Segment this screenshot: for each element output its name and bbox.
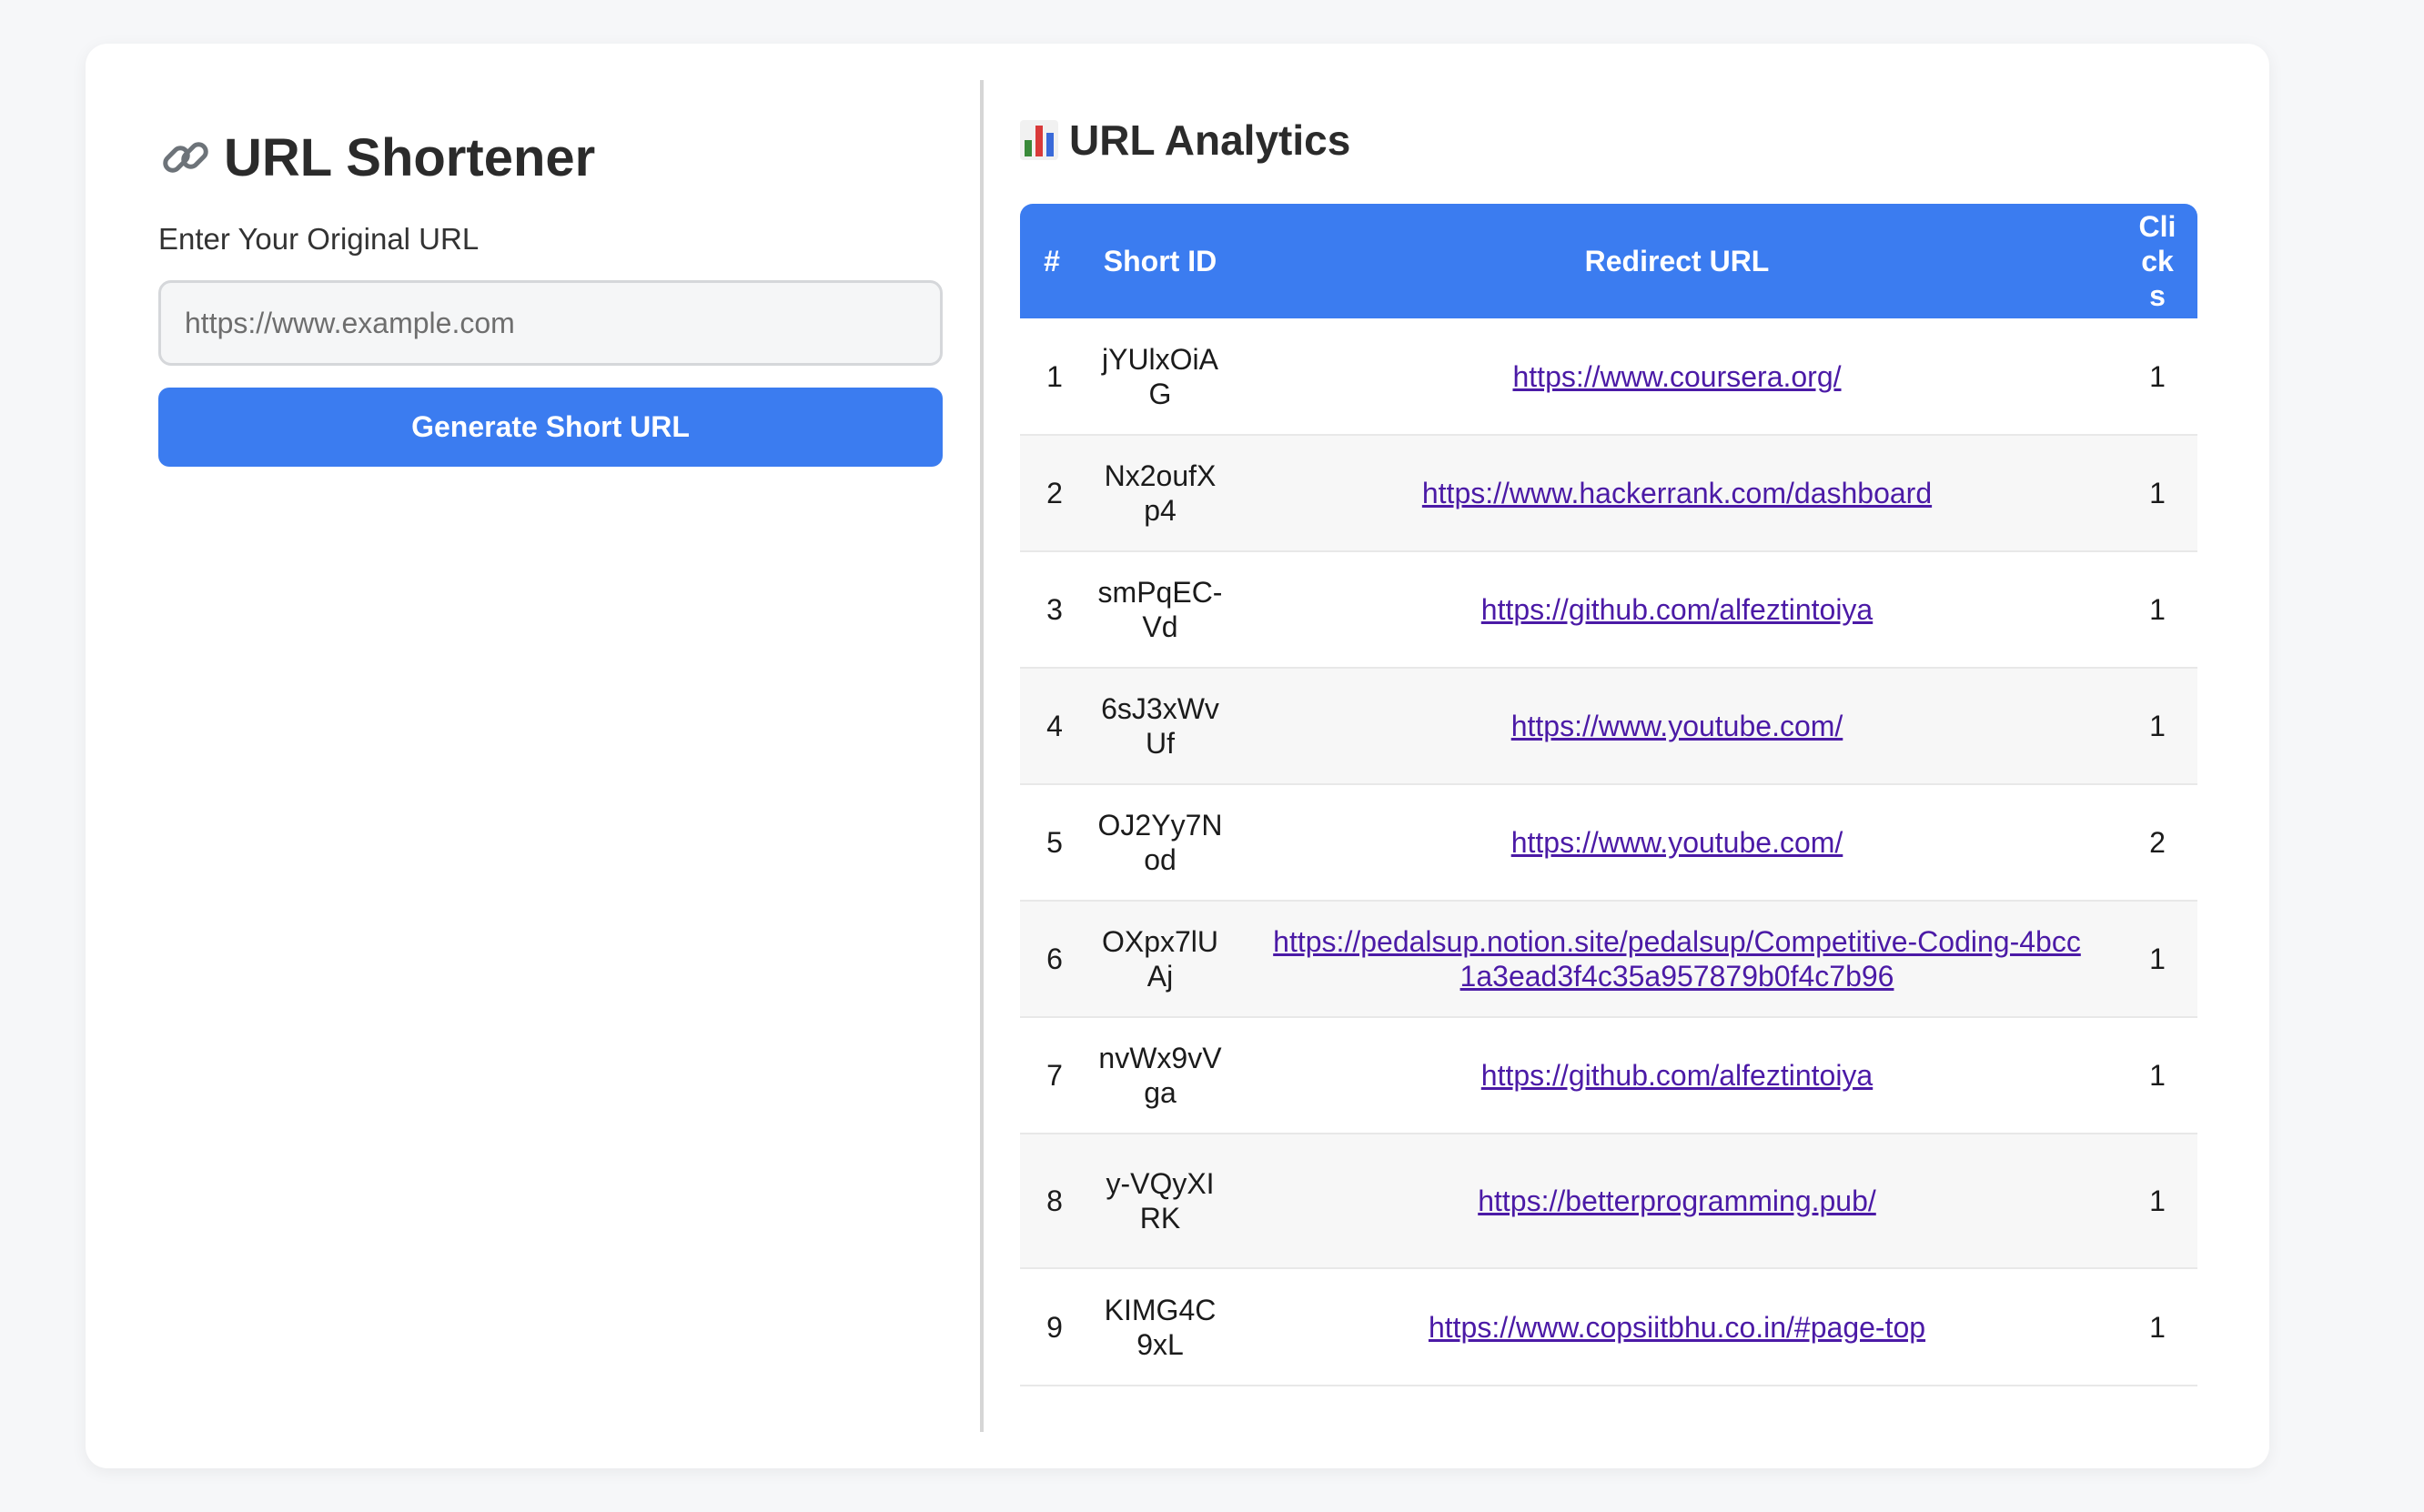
click-count: 1 bbox=[2117, 901, 2197, 1018]
row-number: 5 bbox=[1020, 784, 1084, 902]
click-count: 1 bbox=[2117, 318, 2197, 436]
column-header-redirect-url: Redirect URL bbox=[1237, 204, 2117, 318]
analytics-panel: URL Analytics # Short ID Redirect URL Cl… bbox=[1020, 113, 2197, 1386]
short-id: OXpx7lUAj bbox=[1084, 901, 1237, 1018]
analytics-table-container: # Short ID Redirect URL Clicks 1 jYUlxOi… bbox=[1020, 204, 2197, 1386]
short-id: Nx2oufXp4 bbox=[1084, 435, 1237, 552]
table-row: 8 y-VQyXIRK https://betterprogramming.pu… bbox=[1020, 1134, 2197, 1269]
redirect-url-link[interactable]: https://www.hackerrank.com/dashboard bbox=[1422, 477, 1932, 509]
table-row: 6 OXpx7lUAj https://pedalsup.notion.site… bbox=[1020, 901, 2197, 1018]
click-count: 2 bbox=[2117, 784, 2197, 902]
link-icon bbox=[163, 142, 208, 173]
generate-short-url-button[interactable]: Generate Short URL bbox=[158, 388, 943, 467]
click-count: 1 bbox=[2117, 668, 2197, 785]
table-header: # Short ID Redirect URL Clicks bbox=[1020, 204, 2197, 318]
table-row: 7 nvWx9vVga https://github.com/alfeztint… bbox=[1020, 1017, 2197, 1134]
click-count: 1 bbox=[2117, 435, 2197, 552]
row-number: 9 bbox=[1046, 1310, 1063, 1344]
redirect-url-link[interactable]: https://github.com/alfeztintoiya bbox=[1481, 593, 1873, 626]
table-row: 2 Nx2oufXp4 https://www.hackerrank.com/d… bbox=[1020, 435, 2197, 552]
table-row: 1 jYUlxOiAG https://www.coursera.org/ 1 bbox=[1020, 318, 2197, 436]
short-id: 6sJ3xWvUf bbox=[1084, 668, 1237, 785]
shortener-panel: URL Shortener Enter Your Original URL Ge… bbox=[158, 120, 943, 467]
redirect-url-link[interactable]: https://github.com/alfeztintoiya bbox=[1481, 1059, 1873, 1092]
row-number: 4 bbox=[1020, 668, 1084, 785]
redirect-url-link[interactable]: https://www.youtube.com/ bbox=[1511, 826, 1843, 859]
row-number: 2 bbox=[1020, 435, 1084, 552]
analytics-title: URL Analytics bbox=[1069, 116, 1351, 164]
click-count: 1 bbox=[2117, 551, 2197, 669]
table-row: 5 OJ2Yy7Nod https://www.youtube.com/ 2 bbox=[1020, 784, 2197, 902]
redirect-url-cell: https://www.coursera.org/ bbox=[1237, 318, 2117, 436]
analytics-table: # Short ID Redirect URL Clicks 1 jYUlxOi… bbox=[1020, 204, 2197, 1385]
table-row: 3 smPqEC-Vd https://github.com/alfeztint… bbox=[1020, 551, 2197, 669]
redirect-url-cell: https://www.copsiitbhu.co.in/#page-top bbox=[1237, 1268, 2117, 1385]
row-number: 1 bbox=[1020, 318, 1084, 436]
column-header-clicks: Clicks bbox=[2117, 204, 2197, 318]
row-number: 7 bbox=[1020, 1017, 1084, 1134]
row-number: 3 bbox=[1020, 551, 1084, 669]
panel-divider bbox=[980, 80, 984, 1432]
short-id: jYUlxOiAG bbox=[1084, 318, 1237, 436]
redirect-url-cell: https://www.youtube.com/ bbox=[1237, 784, 2117, 902]
analytics-header: URL Analytics bbox=[1020, 113, 2197, 167]
redirect-url-cell: https://pedalsup.notion.site/pedalsup/Co… bbox=[1237, 901, 2117, 1018]
column-header-number: # bbox=[1020, 204, 1084, 318]
click-count: 1 bbox=[2117, 1134, 2197, 1269]
redirect-url-cell: https://betterprogramming.pub/ bbox=[1237, 1134, 2117, 1269]
column-header-short-id: Short ID bbox=[1084, 204, 1237, 318]
redirect-url-link[interactable]: https://betterprogramming.pub/ bbox=[1478, 1184, 1876, 1217]
redirect-url-link[interactable]: https://www.copsiitbhu.co.in/#page-top bbox=[1429, 1311, 1925, 1344]
table-row: 9 KIMG4C9xL https://www.copsiitbhu.co.in… bbox=[1020, 1268, 2197, 1385]
page-title: URL Shortener bbox=[224, 127, 596, 187]
url-input-label: Enter Your Original URL bbox=[158, 222, 480, 256]
redirect-url-link[interactable]: https://pedalsup.notion.site/pedalsup/Co… bbox=[1273, 925, 2081, 993]
short-id: y-VQyXIRK bbox=[1084, 1134, 1237, 1269]
redirect-url-cell: https://github.com/alfeztintoiya bbox=[1237, 1017, 2117, 1134]
short-id: smPqEC-Vd bbox=[1084, 551, 1237, 669]
short-id: OJ2Yy7Nod bbox=[1084, 784, 1237, 902]
short-id: KIMG4C9xL bbox=[1104, 1293, 1217, 1361]
table-row: 4 6sJ3xWvUf https://www.youtube.com/ 1 bbox=[1020, 668, 2197, 785]
bar-chart-icon bbox=[1020, 120, 1058, 160]
main-card: URL Shortener Enter Your Original URL Ge… bbox=[86, 44, 2269, 1468]
redirect-url-link[interactable]: https://www.coursera.org/ bbox=[1512, 360, 1841, 393]
original-url-input[interactable] bbox=[158, 280, 943, 366]
shortener-header: URL Shortener bbox=[158, 120, 943, 195]
redirect-url-cell: https://www.hackerrank.com/dashboard bbox=[1237, 435, 2117, 552]
row-number: 8 bbox=[1020, 1134, 1084, 1269]
redirect-url-cell: https://www.youtube.com/ bbox=[1237, 668, 2117, 785]
redirect-url-link[interactable]: https://www.youtube.com/ bbox=[1511, 710, 1843, 742]
redirect-url-cell: https://github.com/alfeztintoiya bbox=[1237, 551, 2117, 669]
short-id: nvWx9vVga bbox=[1084, 1017, 1237, 1134]
click-count: 1 bbox=[2117, 1017, 2197, 1134]
row-number: 6 bbox=[1020, 901, 1084, 1018]
table-body: 1 jYUlxOiAG https://www.coursera.org/ 1 … bbox=[1020, 318, 2197, 1385]
click-count: 1 bbox=[2149, 1310, 2166, 1344]
